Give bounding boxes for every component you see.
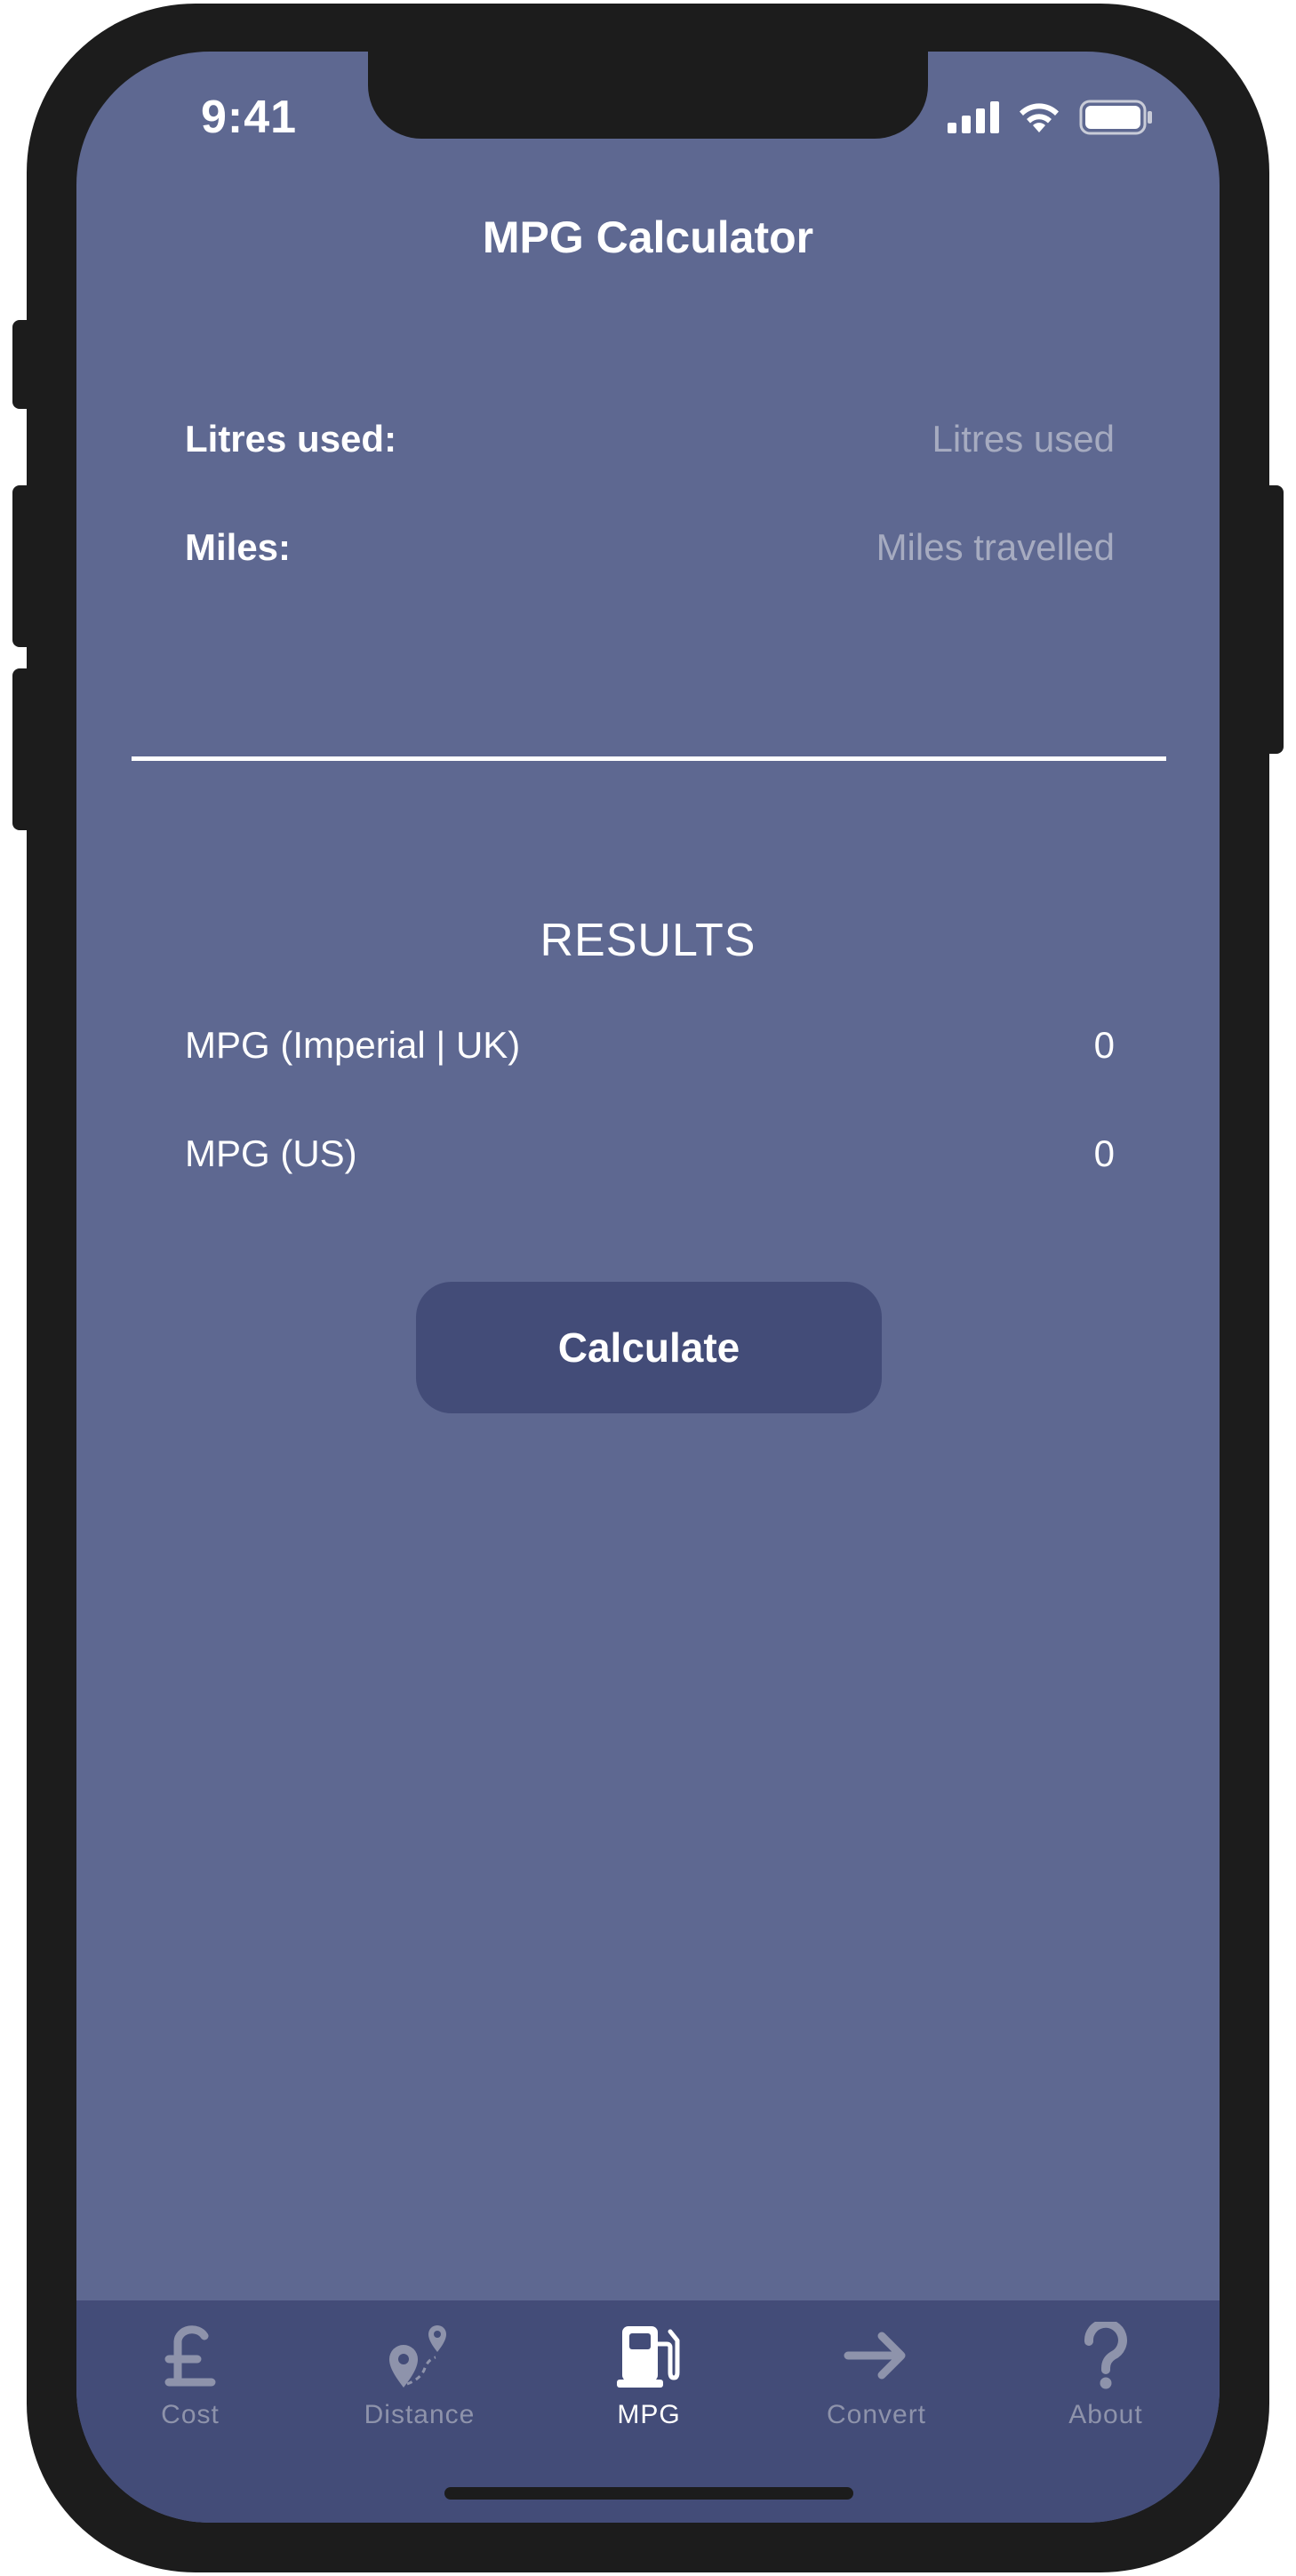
tab-about[interactable]: About (1017, 2300, 1195, 2434)
tab-distance[interactable]: Distance (331, 2300, 508, 2434)
results-heading: RESULTS (540, 915, 756, 966)
tab-mpg-label: MPG (617, 2400, 681, 2429)
home-indicator[interactable] (444, 2487, 853, 2500)
divider (132, 756, 1166, 761)
tab-convert[interactable]: Convert (788, 2300, 965, 2434)
power-button (1262, 485, 1284, 754)
litres-label: Litres used: (185, 418, 397, 460)
result-value-us: 0 (1093, 1132, 1115, 1174)
volume-up-button (12, 485, 34, 647)
wifi-icon (1020, 103, 1059, 132)
calculate-button[interactable]: Calculate (416, 1282, 882, 1413)
result-row-us: MPG (US) 0 (185, 1132, 1115, 1175)
cellular-signal-icon (948, 101, 999, 133)
status-icons (948, 98, 1154, 137)
tab-cost-label: Cost (161, 2400, 220, 2429)
pound-icon (164, 2325, 216, 2387)
fuel-pump-icon (617, 2326, 680, 2388)
result-label-imperial: MPG (Imperial | UK) (185, 1024, 521, 1066)
tab-cost[interactable]: Cost (101, 2300, 279, 2434)
question-icon (1084, 2322, 1127, 2389)
tab-convert-label: Convert (826, 2400, 927, 2429)
miles-label: Miles: (185, 526, 292, 568)
tab-mpg[interactable]: MPG (560, 2300, 738, 2434)
mute-switch (12, 320, 34, 409)
tab-about-label: About (1068, 2400, 1143, 2429)
page-title: MPG Calculator (482, 212, 814, 262)
miles-row: Miles: Miles travelled (185, 526, 1115, 569)
result-label-us: MPG (US) (185, 1132, 357, 1174)
app-screen: 9:41 MPG Calculator Litres used: Litres … (76, 52, 1220, 2523)
result-row-imperial: MPG (Imperial | UK) 0 (185, 1024, 1115, 1067)
notch (368, 52, 928, 139)
litres-input[interactable]: Litres used (932, 418, 1115, 460)
volume-down-button (12, 668, 34, 830)
battery-icon (1079, 100, 1152, 135)
status-time: 9:41 (201, 92, 298, 143)
miles-input[interactable]: Miles travelled (876, 526, 1115, 569)
result-value-imperial: 0 (1093, 1024, 1115, 1066)
map-pin-route-icon (389, 2325, 446, 2388)
litres-row: Litres used: Litres used (185, 418, 1115, 460)
tab-distance-label: Distance (364, 2400, 476, 2429)
arrow-right-icon (844, 2332, 906, 2380)
